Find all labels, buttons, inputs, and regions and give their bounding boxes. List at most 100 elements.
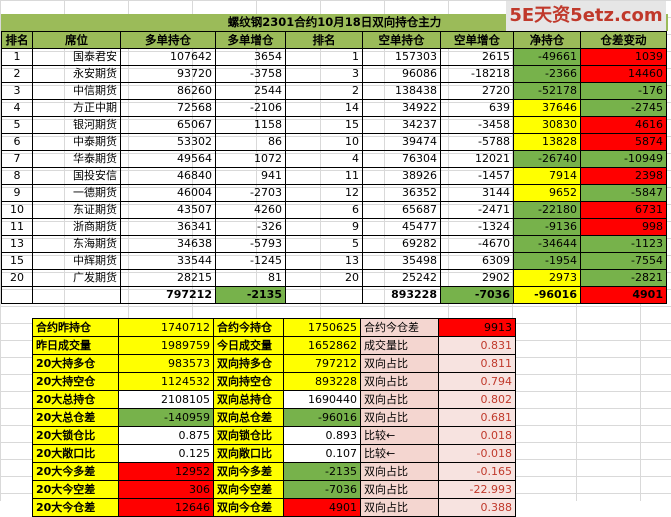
summary-value[interactable]: 2108105 — [118, 390, 214, 409]
summary-value[interactable]: 306 — [118, 480, 214, 499]
table-cell[interactable]: -1123 — [580, 235, 667, 253]
table-cell[interactable]: -1324 — [440, 218, 514, 236]
table-cell[interactable]: 1039 — [580, 48, 667, 66]
table-cell[interactable]: 11 — [285, 167, 363, 185]
column-header[interactable]: 多单持仓 — [120, 31, 216, 49]
table-cell[interactable]: 65067 — [120, 116, 216, 134]
table-cell[interactable]: 72568 — [120, 99, 216, 117]
table-cell[interactable]: -34644 — [513, 235, 581, 253]
table-cell[interactable]: 93720 — [120, 65, 216, 83]
table-cell[interactable]: 49564 — [120, 150, 216, 168]
summary-value[interactable]: 12646 — [118, 498, 214, 517]
table-cell[interactable]: 34638 — [120, 235, 216, 253]
table-cell[interactable]: 1 — [1, 48, 33, 66]
table-cell[interactable]: 5874 — [580, 133, 667, 151]
table-cell[interactable]: -5788 — [440, 133, 514, 151]
summary-value[interactable]: 893228 — [283, 372, 361, 391]
table-cell[interactable]: 4 — [285, 150, 363, 168]
table-cell[interactable]: 13 — [285, 252, 363, 270]
table-cell[interactable]: -10949 — [580, 150, 667, 168]
table-cell[interactable]: 15 — [285, 116, 363, 134]
summary-value[interactable]: 1652862 — [283, 336, 361, 355]
table-cell[interactable]: 138438 — [362, 82, 441, 100]
summary-value[interactable]: 1750625 — [283, 318, 361, 337]
table-cell[interactable] — [32, 286, 121, 304]
summary-value[interactable]: 1740712 — [118, 318, 214, 337]
table-cell[interactable]: 3 — [1, 82, 33, 100]
summary-value[interactable]: 1124532 — [118, 372, 214, 391]
table-cell[interactable]: -4670 — [440, 235, 514, 253]
table-cell[interactable]: 34237 — [362, 116, 441, 134]
table-cell[interactable]: 浙商期货 — [32, 218, 121, 236]
summary-value[interactable]: 0.831 — [438, 336, 516, 355]
table-cell[interactable]: 20 — [1, 269, 33, 287]
summary-value[interactable]: 1989759 — [118, 336, 214, 355]
table-cell[interactable]: 13 — [1, 235, 33, 253]
table-cell[interactable]: 8 — [1, 167, 33, 185]
table-cell[interactable]: 46840 — [120, 167, 216, 185]
table-cell[interactable]: 65687 — [362, 201, 441, 219]
table-cell[interactable]: 2398 — [580, 167, 667, 185]
table-cell[interactable]: 7914 — [513, 167, 581, 185]
summary-label[interactable]: 今日成交量 — [213, 336, 284, 355]
table-cell[interactable]: 107642 — [120, 48, 216, 66]
column-header[interactable]: 净持仓 — [513, 31, 581, 49]
summary-label[interactable]: 双向占比 — [360, 498, 439, 517]
table-cell[interactable]: 53302 — [120, 133, 216, 151]
table-cell[interactable]: 6 — [1, 133, 33, 151]
summary-value[interactable]: 0.125 — [118, 444, 214, 463]
summary-value[interactable]: -22.993 — [438, 480, 516, 499]
summary-value[interactable]: -0.165 — [438, 462, 516, 481]
table-cell[interactable]: 2 — [1, 65, 33, 83]
table-cell[interactable]: 3144 — [440, 184, 514, 202]
table-cell[interactable]: 37646 — [513, 99, 581, 117]
table-cell[interactable]: -1245 — [215, 252, 286, 270]
summary-value[interactable]: 797212 — [283, 354, 361, 373]
table-cell[interactable]: -176 — [580, 82, 667, 100]
table-cell[interactable]: -22180 — [513, 201, 581, 219]
summary-value[interactable]: -2135 — [283, 462, 361, 481]
table-cell[interactable]: 9 — [1, 184, 33, 202]
table-cell[interactable]: 方正中期 — [32, 99, 121, 117]
summary-value[interactable]: 0.802 — [438, 390, 516, 409]
table-cell[interactable]: 7 — [1, 150, 33, 168]
summary-label[interactable]: 双向占比 — [360, 408, 439, 427]
summary-label[interactable]: 双向锁仓比 — [213, 426, 284, 445]
table-cell[interactable]: -2745 — [580, 99, 667, 117]
table-cell[interactable]: 76304 — [362, 150, 441, 168]
summary-value[interactable]: 983573 — [118, 354, 214, 373]
table-cell[interactable]: 157303 — [362, 48, 441, 66]
table-cell[interactable]: 1072 — [215, 150, 286, 168]
table-cell[interactable]: 2902 — [440, 269, 514, 287]
table-cell[interactable]: 33544 — [120, 252, 216, 270]
table-cell[interactable]: 2544 — [215, 82, 286, 100]
summary-label[interactable]: 双向占比 — [360, 462, 439, 481]
column-header[interactable]: 空单增仓 — [440, 31, 514, 49]
table-cell[interactable]: 永安期货 — [32, 65, 121, 83]
table-cell[interactable]: -9136 — [513, 218, 581, 236]
summary-value[interactable]: 1690440 — [283, 390, 361, 409]
summary-value[interactable]: 4901 — [283, 498, 361, 517]
summary-label[interactable]: 20大今多差 — [32, 462, 119, 481]
table-cell[interactable]: 639 — [440, 99, 514, 117]
column-header[interactable]: 排名 — [285, 31, 363, 49]
table-cell[interactable]: 广发期货 — [32, 269, 121, 287]
table-cell[interactable]: -18218 — [440, 65, 514, 83]
table-cell[interactable]: 38926 — [362, 167, 441, 185]
table-cell[interactable]: 25242 — [362, 269, 441, 287]
table-cell[interactable]: 1158 — [215, 116, 286, 134]
table-cell[interactable]: 14460 — [580, 65, 667, 83]
table-cell[interactable]: 86 — [215, 133, 286, 151]
summary-value[interactable]: -7036 — [283, 480, 361, 499]
table-cell[interactable]: -2703 — [215, 184, 286, 202]
table-cell[interactable]: 43507 — [120, 201, 216, 219]
summary-label[interactable]: 合约昨持仓 — [32, 318, 119, 337]
table-cell[interactable]: 20 — [285, 269, 363, 287]
table-cell[interactable]: -96016 — [513, 286, 581, 304]
table-cell[interactable]: 国泰君安 — [32, 48, 121, 66]
summary-label[interactable]: 20大锁仓比 — [32, 426, 119, 445]
table-cell[interactable]: 中辉期货 — [32, 252, 121, 270]
table-cell[interactable]: 9 — [285, 218, 363, 236]
table-cell[interactable]: 5 — [285, 235, 363, 253]
table-cell[interactable]: 10 — [285, 133, 363, 151]
